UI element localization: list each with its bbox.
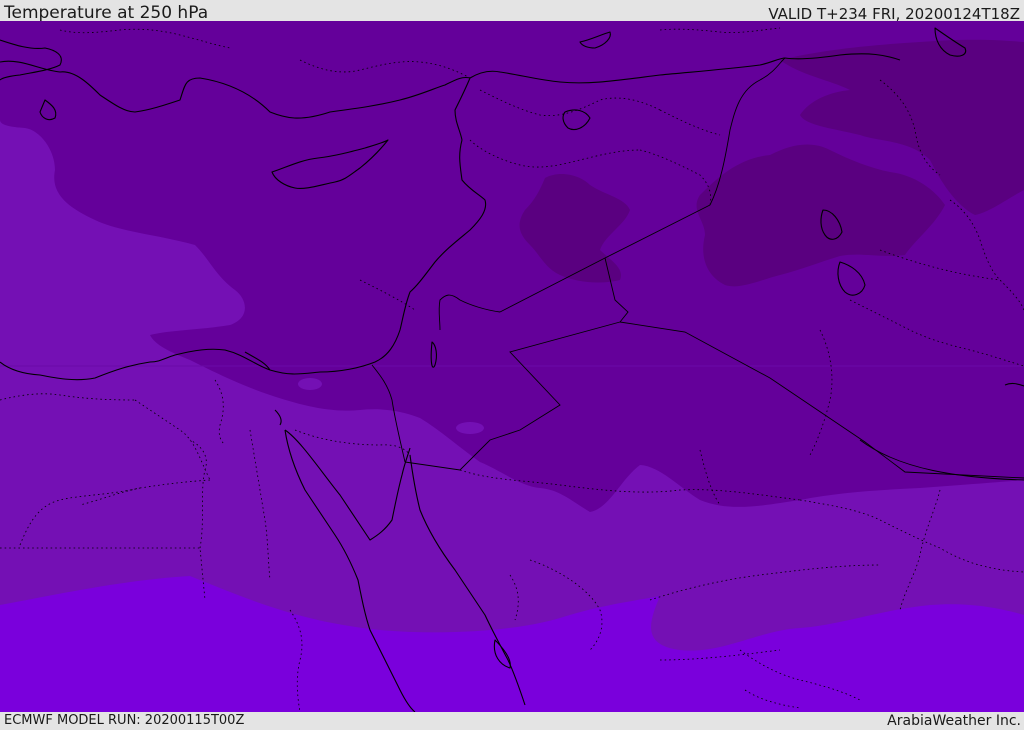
header-bar: Temperature at 250 hPa VALID T+234 FRI, … [0,0,1024,23]
model-run-label: ECMWF MODEL RUN: 20200115T00Z [4,713,245,728]
footer-bar: ECMWF MODEL RUN: 20200115T00Z ArabiaWeat… [0,712,1024,729]
light-blob-2 [456,422,484,434]
temperature-map[interactable] [0,21,1024,712]
light-blob-1 [298,378,322,390]
credit-label: ArabiaWeather Inc. [887,713,1021,729]
map-title: Temperature at 250 hPa [4,3,209,23]
